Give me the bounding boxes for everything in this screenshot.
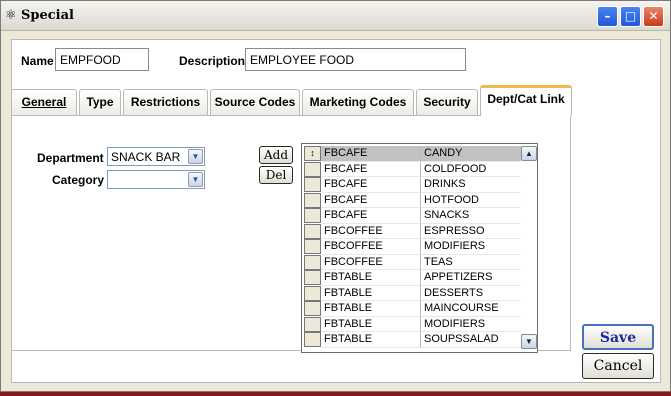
name-field[interactable]: EMPFOOD	[55, 48, 149, 71]
tab-source-codes[interactable]: Source Codes	[210, 89, 300, 115]
row-selector[interactable]	[304, 332, 321, 347]
table-row[interactable]: FBCOFFEE TEAS	[302, 254, 521, 270]
tab-restrictions[interactable]: Restrictions	[123, 89, 208, 115]
row-selector[interactable]	[304, 301, 321, 316]
cat-cell: MAINCOURSE	[421, 301, 521, 317]
dept-cell: FBCOFFEE	[321, 254, 421, 270]
taskbar-strip	[0, 392, 671, 396]
table-row[interactable]: ↕ FBCAFE CANDY	[302, 146, 521, 162]
table-row[interactable]: FBTABLE MODIFIERS	[302, 316, 521, 332]
del-button[interactable]: Del	[259, 166, 293, 184]
table-row[interactable]: FBTABLE MAINCOURSE	[302, 301, 521, 317]
table-row[interactable]: FBCAFE HOTFOOD	[302, 192, 521, 208]
cat-cell: SOUPSSALAD	[421, 332, 521, 348]
row-selector[interactable]	[304, 316, 321, 332]
dept-cell: FBCAFE	[321, 161, 421, 177]
department-value: SNACK BAR	[111, 150, 181, 164]
row-selector[interactable]	[304, 161, 321, 177]
tab-general[interactable]: General	[11, 89, 77, 115]
dept-cell: FBTABLE	[321, 301, 421, 317]
row-selector[interactable]	[304, 177, 321, 192]
table-row[interactable]: FBCOFFEE MODIFIERS	[302, 239, 521, 255]
department-select[interactable]: SNACK BAR ▼	[107, 147, 205, 166]
save-button[interactable]: Save	[582, 324, 654, 350]
description-field[interactable]: EMPLOYEE FOOD	[245, 48, 466, 71]
table-row[interactable]: FBCAFE DRINKS	[302, 177, 521, 193]
department-label: Department	[37, 151, 104, 165]
dept-cell: FBTABLE	[321, 316, 421, 332]
cat-cell: ESPRESSO	[421, 224, 521, 239]
special-window: ⚛ Special – □ ✕ Name EMPFOOD Description…	[0, 0, 671, 392]
tab-dept-cat-link[interactable]: Dept/Cat Link	[480, 85, 572, 116]
dept-cell: FBTABLE	[321, 270, 421, 286]
table-row[interactable]: FBTABLE SOUPSSALAD	[302, 332, 521, 348]
cat-cell: DRINKS	[421, 177, 521, 193]
category-label: Category	[52, 173, 105, 187]
dept-cell: FBCOFFEE	[321, 239, 421, 255]
scroll-up-icon[interactable]: ▲	[521, 146, 537, 161]
dept-cell: FBCAFE	[321, 192, 421, 208]
cancel-button[interactable]: Cancel	[582, 353, 654, 379]
cat-cell: DESSERTS	[421, 286, 521, 301]
cat-cell: APPETIZERS	[421, 270, 521, 286]
window-title: Special	[21, 8, 74, 23]
row-selector[interactable]	[304, 192, 321, 208]
cat-cell: SNACKS	[421, 208, 521, 224]
description-label: Description	[179, 54, 246, 68]
table-row[interactable]: FBCAFE SNACKS	[302, 208, 521, 224]
cat-cell: CANDY	[421, 146, 521, 162]
cat-cell: HOTFOOD	[421, 193, 521, 208]
row-selector[interactable]	[304, 254, 321, 270]
dept-cell: FBTABLE	[321, 332, 421, 348]
category-select[interactable]: ▼	[107, 170, 205, 189]
chevron-down-icon[interactable]: ▼	[188, 149, 203, 164]
cat-cell: TEAS	[421, 255, 521, 270]
minimize-icon[interactable]: –	[597, 6, 618, 27]
table-row[interactable]: FBCOFFEE ESPRESSO	[302, 223, 521, 239]
tab-security[interactable]: Security	[416, 89, 478, 115]
dept-cell: FBCOFFEE	[321, 223, 421, 239]
tab-type[interactable]: Type	[79, 89, 121, 115]
app-icon: ⚛	[5, 8, 17, 23]
cat-cell: MODIFIERS	[421, 317, 521, 332]
add-button[interactable]: Add	[259, 146, 293, 164]
chevron-down-icon[interactable]: ▼	[188, 172, 203, 187]
table-row[interactable]: FBTABLE DESSERTS	[302, 285, 521, 301]
sort-icon[interactable]: ↕	[304, 146, 321, 161]
dept-cell: FBCAFE	[321, 208, 421, 224]
row-selector[interactable]	[304, 285, 321, 301]
cat-cell: MODIFIERS	[421, 239, 521, 255]
row-selector[interactable]	[304, 270, 321, 285]
table-row[interactable]: FBCAFE COLDFOOD	[302, 161, 521, 177]
dept-cat-grid[interactable]: ↕ FBCAFE CANDY FBCAFE COLDFOOD FBCAFE DR…	[301, 143, 538, 353]
dept-cell: FBTABLE	[321, 285, 421, 301]
maximize-icon[interactable]: □	[620, 6, 641, 27]
title-bar[interactable]: ⚛ Special – □ ✕	[1, 1, 670, 31]
name-label: Name	[21, 54, 54, 68]
cat-cell: COLDFOOD	[421, 162, 521, 177]
row-selector[interactable]	[304, 223, 321, 239]
table-row[interactable]: FBTABLE APPETIZERS	[302, 270, 521, 286]
row-selector[interactable]	[304, 208, 321, 223]
dept-cell: FBCAFE	[321, 177, 421, 193]
close-icon[interactable]: ✕	[643, 6, 664, 27]
row-selector[interactable]	[304, 239, 321, 254]
tab-marketing-codes[interactable]: Marketing Codes	[302, 89, 414, 115]
dept-cell: FBCAFE	[321, 146, 421, 162]
scroll-down-icon[interactable]: ▼	[521, 334, 537, 349]
